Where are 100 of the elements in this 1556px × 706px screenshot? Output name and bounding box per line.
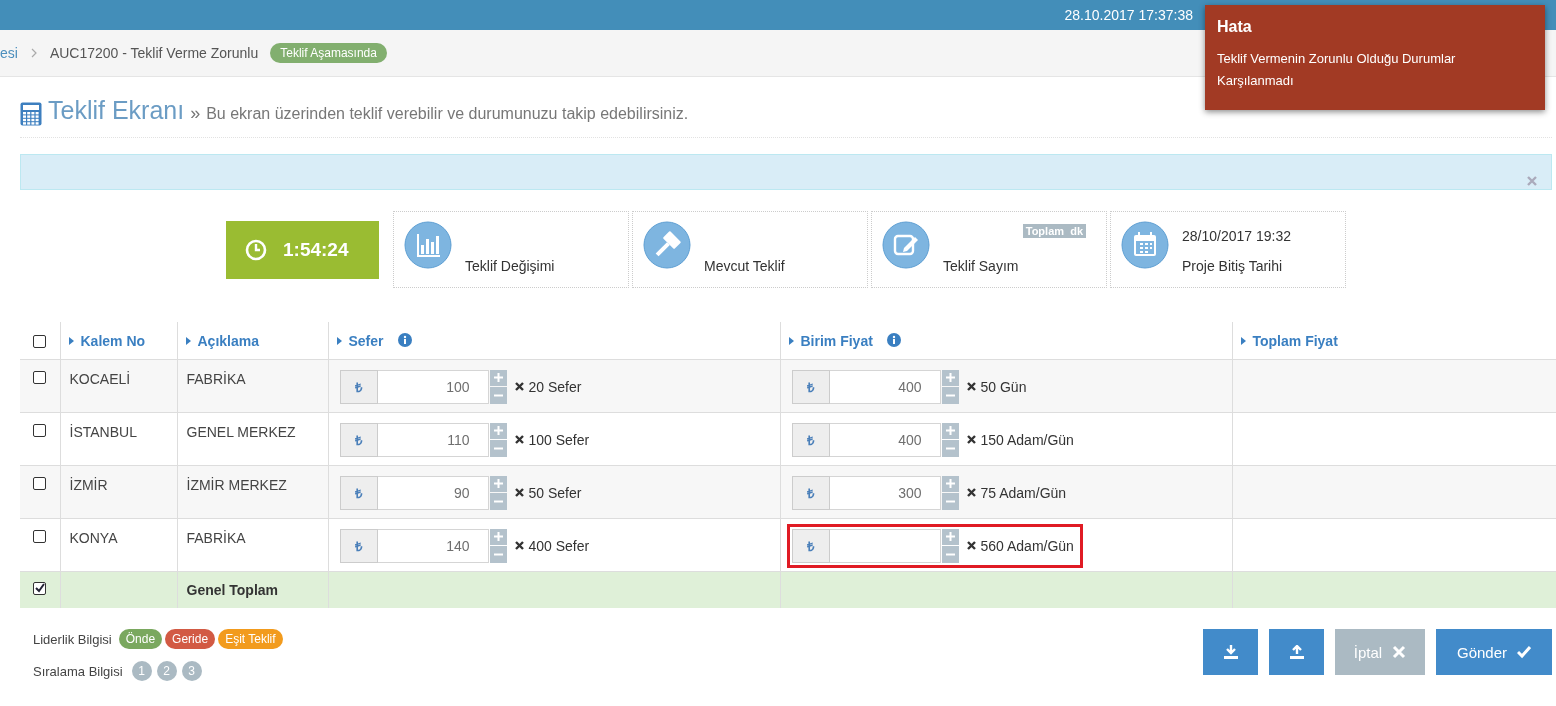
toast-message: Teklif Vermenin Zorunlu Olduğu Durumlar Karşılanmadı: [1217, 50, 1457, 90]
times-icon: [514, 382, 524, 391]
table-cell: FABRİKA: [186, 370, 246, 387]
increment-button[interactable]: [489, 369, 507, 386]
currency-addon: ₺: [791, 475, 830, 510]
number-input[interactable]: 140: [377, 528, 489, 563]
plus-icon: [945, 373, 955, 383]
times-icon: [514, 541, 524, 550]
plus-icon: [945, 479, 955, 489]
rank-badge: 2: [156, 661, 177, 681]
upload-button[interactable]: [1269, 629, 1324, 675]
times-icon: [966, 382, 976, 391]
decrement-button[interactable]: [941, 546, 959, 563]
column-header[interactable]: Toplam Fiyat: [1240, 332, 1338, 349]
info-icon: [397, 332, 412, 347]
checkbox[interactable]: [33, 371, 47, 385]
increment-button[interactable]: [489, 475, 507, 492]
stat-label: Mevcut Teklif: [704, 258, 786, 274]
times-icon: [966, 435, 976, 444]
close-button[interactable]: [1525, 174, 1539, 188]
quantity-label: 100 Sefer: [528, 431, 590, 448]
plus-icon: [945, 426, 955, 436]
legend-label: Sıralama Bilgisi: [33, 663, 123, 679]
table-cell: FABRİKA: [186, 529, 246, 546]
number-input[interactable]: 100: [377, 369, 489, 404]
increment-button[interactable]: [941, 369, 959, 386]
plus-icon: [493, 426, 503, 436]
timer-value: 1:54:24: [283, 238, 349, 261]
increment-button[interactable]: [941, 528, 959, 545]
table-cell: İZMİR MERKEZ: [186, 476, 287, 493]
decrement-button[interactable]: [489, 493, 507, 510]
caret-icon: [336, 336, 342, 345]
status-badge: Teklif Aşamasında: [270, 43, 387, 63]
toast-title: Hata: [1217, 18, 1253, 36]
times-icon: [514, 488, 524, 497]
number-input[interactable]: 300: [829, 475, 941, 510]
total-badge: Toplam dk: [1022, 224, 1086, 238]
table-cell: KOCAELİ: [69, 370, 131, 387]
table-cell: GENEL MERKEZ: [186, 423, 296, 440]
times-icon: [966, 541, 976, 550]
table-cell: İSTANBUL: [69, 423, 137, 440]
plus-icon: [493, 479, 503, 489]
status-badge: Önde: [118, 629, 163, 649]
currency-addon: ₺: [791, 369, 830, 404]
date-time: 28.10.2017 17:37:38: [1064, 7, 1193, 23]
number-input[interactable]: [829, 528, 941, 563]
stat-label: Teklif Değişimi: [465, 258, 556, 274]
increment-button[interactable]: [941, 422, 959, 439]
table-cell: İZMİR: [69, 476, 108, 493]
close-icon: [1392, 645, 1407, 659]
number-input[interactable]: 90: [377, 475, 489, 510]
currency-addon: ₺: [791, 528, 830, 563]
decrement-button[interactable]: [489, 546, 507, 563]
checkbox[interactable]: [33, 424, 47, 438]
decrement-button[interactable]: [489, 387, 507, 404]
decrement-button[interactable]: [941, 440, 959, 457]
number-input[interactable]: 400: [829, 369, 941, 404]
currency-addon: ₺: [339, 475, 378, 510]
info-icon: [886, 332, 901, 347]
download-button[interactable]: [1203, 629, 1258, 675]
download-icon: [1223, 645, 1238, 659]
quantity-label: 75 Adam/Gün: [980, 484, 1067, 501]
column-header[interactable]: Birim Fiyat: [788, 332, 873, 349]
calendar-icon: [1121, 221, 1169, 269]
checkbox[interactable]: [33, 477, 47, 491]
currency-addon: ₺: [339, 422, 378, 457]
checkbox[interactable]: [33, 335, 47, 349]
increment-button[interactable]: [941, 475, 959, 492]
quantity-label: 400 Sefer: [528, 537, 590, 554]
number-input[interactable]: 400: [829, 422, 941, 457]
chevron-icon: [30, 48, 37, 58]
edit-icon: [882, 221, 930, 269]
stat-label: Proje Bitiş Tarihi: [1182, 258, 1284, 274]
breadcrumb-link[interactable]: esi: [0, 45, 18, 61]
caret-icon: [1240, 336, 1246, 345]
increment-button[interactable]: [489, 528, 507, 545]
rank-badge: 3: [181, 661, 202, 681]
table-cell: KONYA: [69, 529, 118, 546]
times-icon: [966, 488, 976, 497]
decrement-button[interactable]: [941, 493, 959, 510]
increment-button[interactable]: [489, 422, 507, 439]
rank-badge: 1: [131, 661, 152, 681]
gavel-icon: [643, 221, 691, 269]
checkbox[interactable]: [33, 530, 47, 544]
checkbox[interactable]: [33, 582, 47, 596]
column-header[interactable]: Sefer: [336, 332, 384, 349]
separator-mark: »: [190, 103, 201, 124]
caret-icon: [788, 336, 794, 345]
send-button[interactable]: Gönder: [1436, 629, 1552, 675]
status-badge: Eşit Teklif: [218, 629, 283, 649]
column-header[interactable]: Açıklama: [185, 332, 259, 349]
breadcrumb-current: AUC17200 - Teklif Verme Zorunlu: [49, 45, 259, 61]
calculator-icon: [20, 101, 42, 126]
decrement-button[interactable]: [941, 387, 959, 404]
clock-icon: [245, 238, 267, 261]
number-input[interactable]: 110: [377, 422, 489, 457]
upload-icon: [1289, 645, 1304, 659]
decrement-button[interactable]: [489, 440, 507, 457]
quantity-label: 150 Adam/Gün: [980, 431, 1074, 448]
column-header[interactable]: Kalem No: [68, 332, 146, 349]
